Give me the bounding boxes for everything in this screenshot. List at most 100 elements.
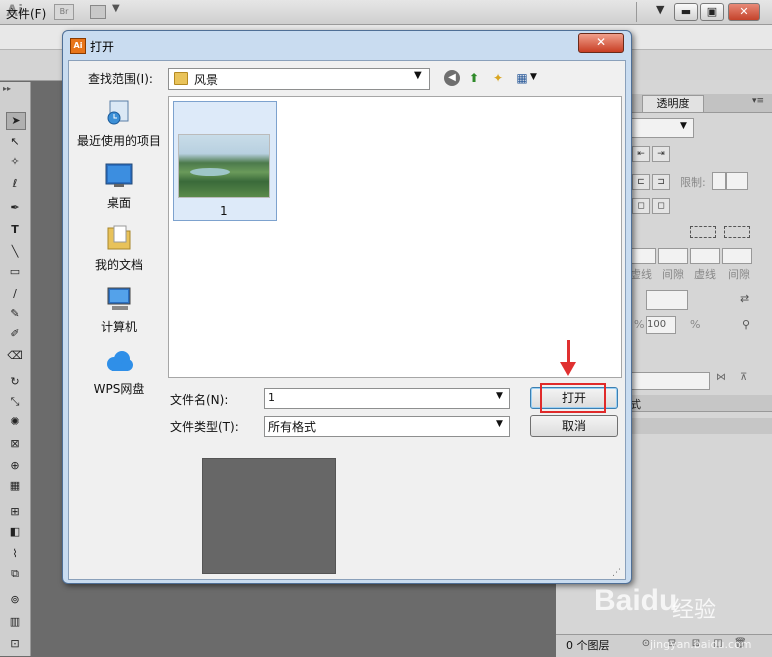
dash-input[interactable] [630, 248, 656, 264]
maximize-button[interactable]: ▣ [700, 3, 724, 21]
filename-label: 文件名(N): [170, 393, 229, 407]
pen-tool-icon[interactable]: ✒ [6, 200, 24, 216]
tab-transparency[interactable]: 透明度 [642, 95, 704, 112]
dialog-title: 打开 [90, 40, 115, 54]
resize-grip-icon[interactable]: ⋰ [612, 568, 621, 578]
look-in-label: 查找范围(I): [88, 72, 153, 86]
dashed-line-option-icon[interactable] [724, 226, 750, 238]
perspective-grid-tool-icon[interactable]: ▦ [6, 478, 24, 494]
dash-input[interactable] [690, 248, 720, 264]
arrowhead-select[interactable] [646, 290, 688, 310]
chevron-down-icon[interactable]: ▼ [414, 70, 422, 81]
lasso-tool-icon[interactable]: ℓ [6, 176, 24, 192]
gap-input[interactable] [658, 248, 688, 264]
limit-input[interactable] [726, 172, 748, 190]
new-folder-icon[interactable]: ✦ [490, 70, 506, 86]
dash-label: 虚线 [694, 268, 716, 281]
dashed-line-option-icon[interactable] [690, 226, 716, 238]
window-close-button[interactable]: ✕ [728, 3, 760, 21]
chevron-down-icon[interactable]: ▼ [680, 121, 687, 131]
place-label: 我的文档 [94, 258, 143, 272]
place-label: 最近使用的项目 [76, 134, 161, 148]
selection-tool-icon[interactable]: ➤ [6, 112, 26, 130]
line-tool-icon[interactable]: ╲ [6, 244, 24, 260]
documents-icon [104, 222, 134, 250]
warp-tool-icon[interactable]: ✺ [6, 414, 24, 430]
rotate-tool-icon[interactable]: ↻ [6, 374, 24, 390]
magic-wand-tool-icon[interactable]: ✧ [6, 154, 24, 170]
look-in-value: 风景 [194, 73, 219, 87]
recent-items-icon [104, 98, 134, 126]
preview-pane [202, 458, 336, 574]
blob-brush-tool-icon[interactable]: ✐ [6, 326, 24, 342]
filetype-label: 文件类型(T): [170, 420, 239, 434]
jingyan-watermark: 经验 [672, 598, 717, 623]
layers-count: 0 个图层 [566, 639, 610, 652]
computer-icon [104, 286, 134, 314]
cap-button[interactable]: ⊏ [632, 174, 650, 190]
place-recent[interactable]: 最近使用的项目 [76, 98, 162, 150]
eraser-tool-icon[interactable]: ⌫ [6, 348, 24, 364]
workspace-switcher-icon[interactable]: ▼ [656, 3, 664, 16]
link-icon[interactable]: ⚲ [742, 318, 750, 331]
align-button[interactable]: ⇥ [652, 146, 670, 162]
arrange-documents-icon[interactable] [90, 5, 106, 19]
scale-tool-icon[interactable]: ⤡ [6, 394, 24, 410]
artboard-tool-icon[interactable]: ⊡ [6, 636, 24, 652]
bridge-button[interactable]: Br [54, 4, 74, 20]
eyedropper-tool-icon[interactable]: ⌇ [6, 546, 24, 562]
chevron-down-icon[interactable]: ▼ [496, 419, 503, 429]
rectangle-tool-icon[interactable]: ▭ [6, 264, 24, 280]
chevron-down-icon[interactable]: ▼ [496, 391, 503, 401]
place-label: 桌面 [106, 196, 131, 210]
panel-menu-icon[interactable]: ▾≡ [752, 96, 764, 106]
place-wps-cloud[interactable]: WPS网盘 [76, 348, 162, 398]
percent-label: % [690, 318, 701, 331]
graph-tool-icon[interactable]: ▥ [6, 614, 24, 630]
align-button[interactable]: ⇤ [632, 146, 650, 162]
back-icon[interactable]: ◀ [444, 70, 460, 86]
place-desktop[interactable]: 桌面 [76, 162, 162, 212]
filename-input[interactable] [264, 388, 510, 409]
flip-icon[interactable]: ⊼ [740, 372, 747, 383]
chevron-down-icon[interactable]: ▼ [530, 72, 537, 82]
place-computer[interactable]: 计算机 [76, 286, 162, 336]
blend-tool-icon[interactable]: ⧉ [6, 566, 24, 582]
direct-selection-tool-icon[interactable]: ↖ [6, 134, 24, 150]
gap-input[interactable] [722, 248, 752, 264]
filename-value: 1 [268, 391, 275, 404]
corner-button[interactable]: ◻ [652, 198, 670, 214]
chevron-down-icon[interactable]: ▼ [112, 3, 120, 14]
view-menu-icon[interactable]: ▦ [514, 70, 530, 86]
swap-arrows-icon[interactable]: ⇄ [740, 292, 749, 305]
dialog-close-button[interactable]: ✕ [578, 33, 624, 53]
symbol-sprayer-tool-icon[interactable]: ⊚ [6, 592, 24, 608]
flip-icon[interactable]: ⋈ [716, 372, 726, 383]
annotation-arrow-head [560, 362, 576, 376]
menu-file[interactable]: 文件(F) [6, 5, 46, 22]
limit-stepper[interactable] [712, 172, 726, 190]
annotation-highlight-box [540, 383, 606, 413]
corner-button[interactable]: ◻ [632, 198, 650, 214]
paintbrush-tool-icon[interactable]: ∕ [6, 286, 24, 302]
type-tool-icon[interactable]: T [6, 222, 24, 238]
scale-input[interactable]: 100 [646, 316, 676, 334]
folder-icon [174, 72, 188, 85]
up-folder-icon[interactable]: ⬆ [466, 70, 482, 86]
collapse-icon[interactable]: ▸▸ [3, 84, 11, 93]
cancel-button[interactable]: 取消 [530, 415, 618, 437]
divider [636, 2, 637, 22]
baidu-watermark-logo: Baidu [594, 584, 678, 617]
illustrator-app-icon: Ai [70, 38, 86, 54]
mesh-tool-icon[interactable]: ⊞ [6, 504, 24, 520]
pencil-tool-icon[interactable]: ✎ [6, 306, 24, 322]
place-documents[interactable]: 我的文档 [76, 222, 162, 274]
profile-select[interactable] [630, 372, 710, 390]
free-transform-tool-icon[interactable]: ⊠ [6, 436, 24, 452]
minimize-button[interactable]: ▬ [674, 3, 698, 21]
cap-button[interactable]: ⊐ [652, 174, 670, 190]
gradient-tool-icon[interactable]: ◧ [6, 524, 24, 540]
shape-builder-tool-icon[interactable]: ⊕ [6, 458, 24, 474]
panel-header [628, 395, 772, 412]
file-name-label: 1 [220, 204, 228, 218]
